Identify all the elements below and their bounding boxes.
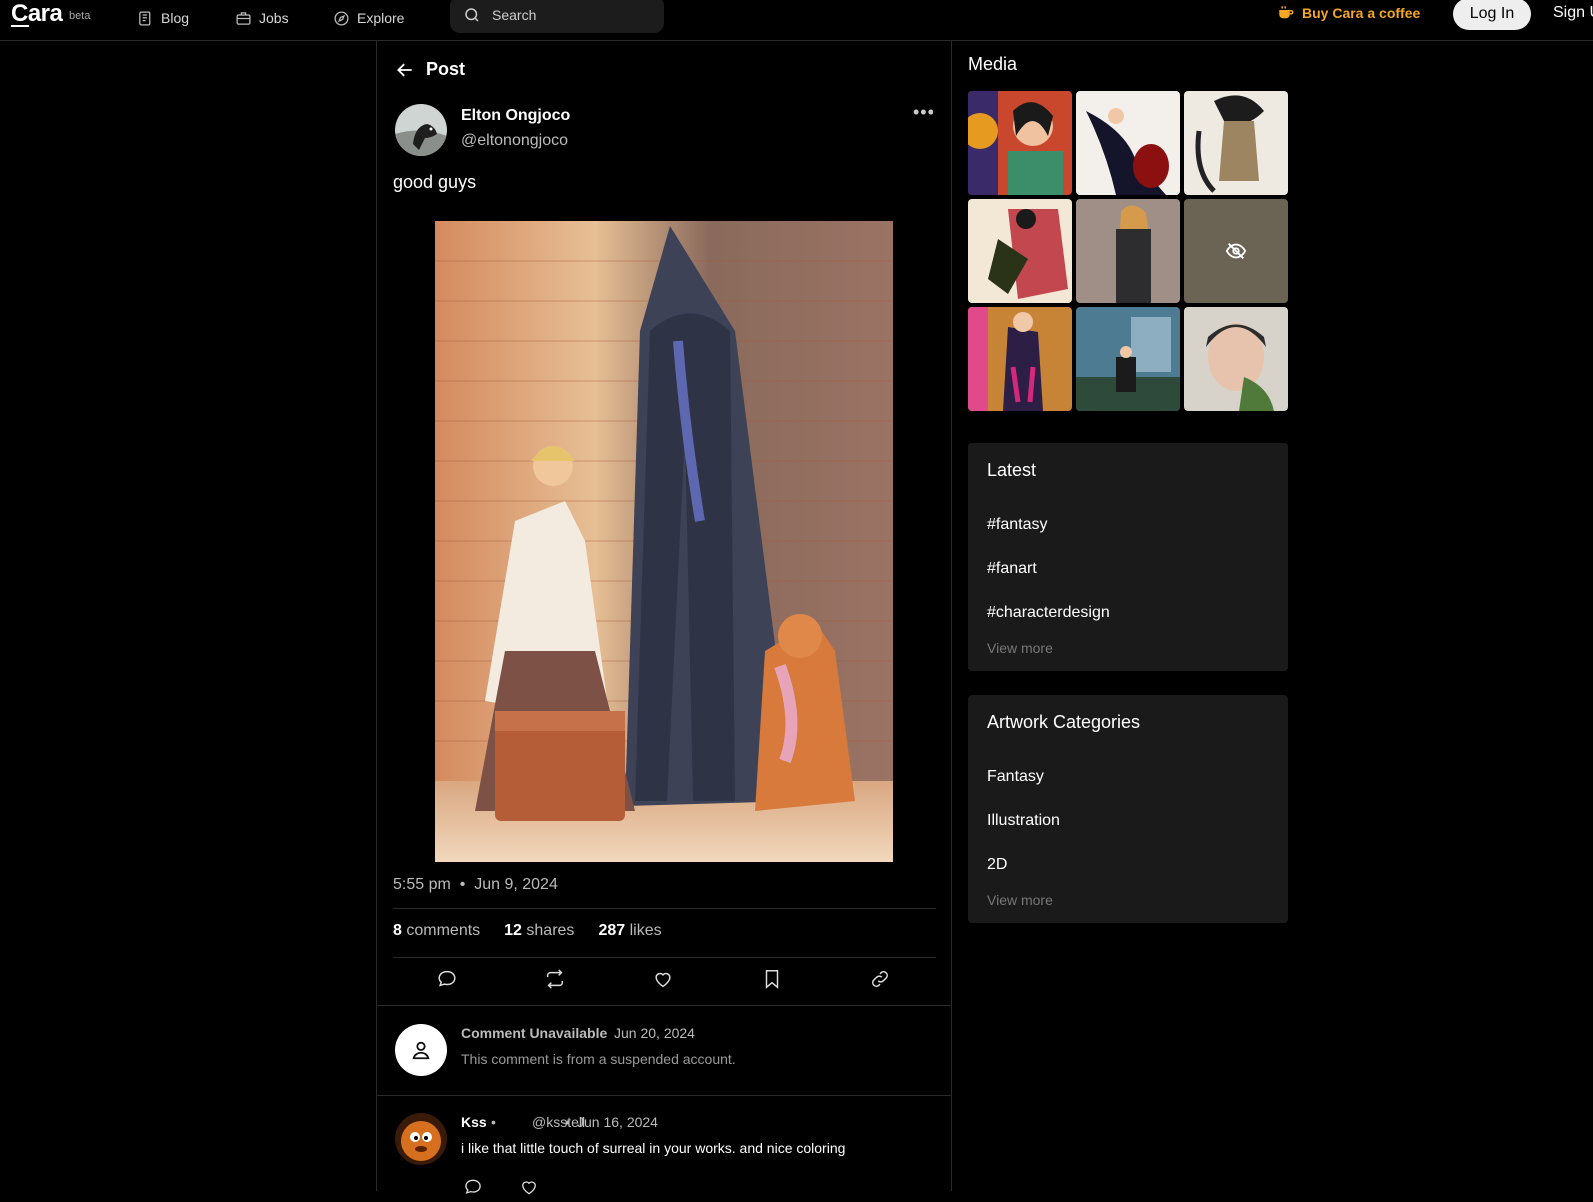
comment-separator: • [565, 1114, 570, 1130]
column-divider-left [376, 41, 377, 1191]
heart-icon [522, 1181, 536, 1195]
nav-jobs-label: Jobs [259, 10, 289, 26]
author-name[interactable]: Elton Ongjoco [461, 107, 570, 125]
buy-coffee-link[interactable]: Buy Cara a coffee [1277, 4, 1420, 22]
search-icon [465, 7, 479, 22]
link-icon [872, 971, 888, 987]
comment-separator: • [491, 1114, 496, 1130]
category-item[interactable]: Illustration [987, 812, 1060, 830]
divider [393, 957, 936, 958]
media-thumbnail[interactable] [1184, 91, 1288, 195]
eye-off-icon [1225, 243, 1247, 259]
heart-icon [655, 972, 671, 988]
share-button[interactable] [544, 968, 568, 992]
latest-panel: Latest #fantasy #fanart #characterdesign… [968, 443, 1288, 671]
meta-separator: • [455, 876, 470, 893]
media-thumbnail[interactable] [968, 199, 1072, 303]
category-item[interactable]: 2D [987, 856, 1007, 874]
cara-logo[interactable]: Cara [11, 0, 63, 28]
comments-stat[interactable]: 8 comments [393, 922, 480, 940]
categories-panel: Artwork Categories Fantasy Illustration … [968, 695, 1288, 923]
latest-tag[interactable]: #characterdesign [987, 604, 1110, 622]
post-timestamp: 5:55 pm • Jun 9, 2024 [393, 876, 558, 894]
media-title: Media [968, 54, 1018, 74]
buy-coffee-label: Buy Cara a coffee [1302, 5, 1421, 21]
post-date: Jun 9, 2024 [474, 876, 558, 893]
user-icon [412, 1041, 430, 1060]
media-thumbnail[interactable] [1076, 199, 1180, 303]
media-thumbnail[interactable] [1076, 91, 1180, 195]
back-arrow-icon[interactable] [395, 60, 415, 80]
media-thumbnail[interactable] [968, 307, 1072, 411]
latest-tag[interactable]: #fantasy [987, 516, 1047, 534]
divider [376, 1095, 951, 1096]
commenter-avatar[interactable] [395, 1113, 447, 1165]
media-thumbnail[interactable] [1076, 307, 1180, 411]
coffee-cup-icon [1279, 6, 1294, 19]
author-handle[interactable]: @eltonongjoco [461, 132, 568, 150]
comment-like-button[interactable] [519, 1177, 539, 1202]
media-thumbnail[interactable] [968, 91, 1072, 195]
copy-link-button[interactable] [869, 968, 893, 992]
post-text: good guys [393, 172, 477, 192]
shares-stat[interactable]: 12 shares [504, 922, 574, 940]
compass-icon [334, 10, 349, 26]
categories-title: Artwork Categories [987, 712, 1141, 732]
post-header-title: Post [426, 59, 466, 79]
media-thumbnail[interactable] [1184, 307, 1288, 411]
post-stats: 8 comments 12 shares 287 likes [393, 922, 662, 940]
comment-author: Comment Unavailable [461, 1025, 608, 1041]
suspended-avatar [395, 1024, 447, 1076]
beta-label: beta [69, 10, 91, 22]
post-time: 5:55 pm [393, 876, 451, 893]
more-options-icon[interactable]: ••• [913, 102, 935, 123]
nav-blog[interactable]: Blog [137, 5, 189, 31]
signup-button[interactable]: Sign Up [1553, 4, 1593, 22]
logo-underline [11, 25, 29, 27]
briefcase-icon [236, 11, 251, 25]
repost-icon [546, 969, 564, 989]
nav-jobs[interactable]: Jobs [235, 5, 289, 31]
like-button[interactable] [652, 968, 676, 992]
divider [376, 1005, 951, 1006]
latest-title: Latest [987, 460, 1037, 480]
newspaper-icon [139, 10, 151, 26]
comment-icon [465, 1179, 481, 1194]
nav-blog-label: Blog [161, 10, 190, 26]
nav-explore[interactable]: Explore [333, 5, 404, 31]
comment-date: Jun 16, 2024 [577, 1114, 658, 1130]
post-header: Post [395, 59, 465, 80]
divider [393, 908, 936, 909]
category-item[interactable]: Fantasy [987, 768, 1044, 786]
likes-stat[interactable]: 287 likes [598, 922, 661, 940]
post-artwork[interactable] [435, 221, 893, 862]
search-box[interactable] [450, 0, 664, 33]
search-input[interactable] [492, 6, 642, 23]
latest-tag[interactable]: #fanart [987, 560, 1037, 578]
comment-button[interactable] [436, 968, 460, 992]
categories-view-more[interactable]: View more [987, 892, 1053, 908]
latest-view-more[interactable]: View more [987, 640, 1053, 656]
top-bar: Cara beta Blog Jobs Explore Buy Cara a c… [0, 0, 1593, 41]
comment-author[interactable]: Kss [461, 1114, 487, 1130]
comment-reply-button[interactable] [463, 1177, 483, 1202]
login-button[interactable]: Log In [1453, 0, 1531, 30]
comment-icon [438, 970, 456, 987]
hidden-media-thumbnail[interactable] [1184, 199, 1288, 303]
column-divider-right [951, 41, 952, 1191]
comment-body: This comment is from a suspended account… [461, 1051, 736, 1067]
comment-body: i like that little touch of surreal in y… [461, 1140, 846, 1156]
bookmark-icon [765, 970, 779, 989]
author-avatar[interactable] [395, 104, 447, 156]
nav-explore-label: Explore [357, 10, 405, 26]
comment-date: Jun 20, 2024 [614, 1025, 695, 1041]
bookmark-button[interactable] [761, 968, 785, 992]
